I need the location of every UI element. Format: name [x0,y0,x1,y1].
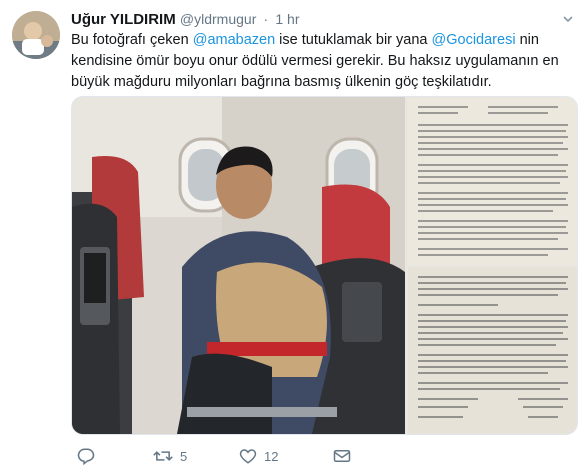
retweet-icon [153,447,173,465]
retweet-count: 5 [180,448,188,464]
chevron-down-icon[interactable] [561,13,575,27]
media-photo-document-1[interactable] [408,97,577,265]
direct-message-button[interactable] [333,447,351,465]
envelope-icon [333,447,351,465]
author-handle[interactable]: @yldrmugur [180,11,256,27]
separator-dot: · [263,11,269,27]
media-photo-document-2[interactable] [408,267,577,434]
like-button[interactable]: 12 [239,447,278,465]
tweet-text: Bu fotoğrafı çeken @amabazen ise tutukla… [71,30,571,93]
like-count: 12 [264,448,279,464]
tweet-header: Uğur YILDIRIM @yldrmugur · 1 hr [71,10,300,29]
retweet-button[interactable]: 5 [153,447,187,465]
avatar[interactable] [12,11,60,59]
tweet-media [71,96,578,435]
media-photo-main[interactable] [72,97,405,434]
avatar-image [12,11,60,59]
heart-icon [239,447,257,465]
tweet-text-part: ise tutuklamak bir yana [275,32,432,48]
reply-button[interactable] [77,447,102,465]
mention-link[interactable]: @Gocidaresi [432,32,516,48]
tweet-actions: 5 12 [71,447,451,467]
mention-link[interactable]: @amabazen [193,32,275,48]
author-name[interactable]: Uğur YILDIRIM [71,11,176,28]
document-image [408,267,577,434]
tweet-text-part: Bu fotoğrafı çeken [71,32,193,48]
reply-icon [77,447,95,465]
document-image [408,97,577,265]
timestamp[interactable]: 1 hr [275,11,299,27]
airplane-photo [72,97,405,434]
